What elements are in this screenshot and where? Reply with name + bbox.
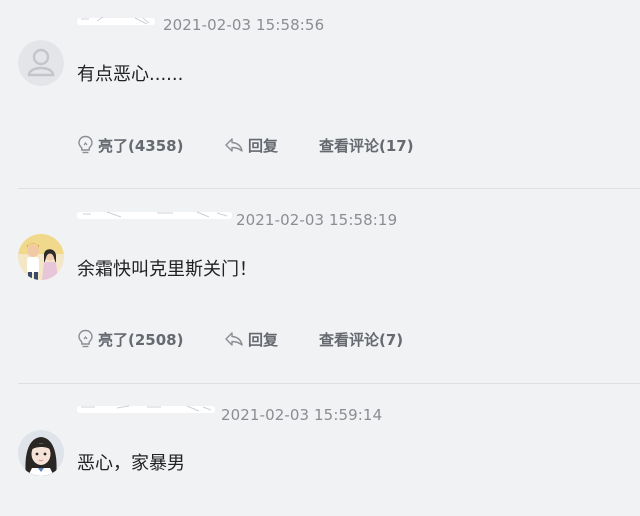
- lightbulb-icon: [77, 329, 94, 349]
- divider: [18, 188, 640, 189]
- couple-photo: [18, 234, 64, 280]
- avatar[interactable]: [18, 430, 64, 476]
- avatar[interactable]: [18, 234, 64, 280]
- comment-item: 2021-02-03 15:59:14 恶心，家暴男: [0, 385, 640, 516]
- comment-time: 2021-02-03 15:58:19: [236, 211, 398, 229]
- comment-text: 恶心，家暴男: [77, 453, 185, 474]
- girl-photo: [18, 430, 64, 476]
- redaction-mark: [77, 211, 232, 219]
- view-comments-link[interactable]: 查看评论(17): [319, 135, 414, 156]
- reply-button[interactable]: 回复: [224, 135, 319, 156]
- reply-arrow-icon: [224, 331, 244, 347]
- comment-item: 2021-02-03 15:58:56 有点恶心...... 亮了(4358) …: [0, 0, 640, 188]
- comment-text: 余霜快叫克里斯关门！: [77, 259, 257, 280]
- comment-time: 2021-02-03 15:59:14: [221, 406, 383, 424]
- default-user-icon: [18, 40, 64, 86]
- divider: [18, 383, 640, 384]
- comment-actions: 亮了(4358) 回复 查看评论(17): [77, 133, 414, 157]
- redaction-mark: [77, 16, 155, 25]
- like-count: 亮了(4358): [98, 136, 184, 155]
- comment-actions: 亮了(2508) 回复 查看评论(7): [77, 327, 403, 351]
- reply-label: 回复: [248, 330, 279, 349]
- view-comments-label: 查看评论(7): [319, 330, 404, 349]
- reply-label: 回复: [248, 136, 279, 155]
- like-count: 亮了(2508): [98, 330, 184, 349]
- comment-text: 有点恶心......: [77, 64, 184, 85]
- avatar[interactable]: [18, 40, 64, 86]
- username-redacted[interactable]: [77, 14, 155, 28]
- lightbulb-icon: [77, 135, 94, 155]
- redaction-mark: [77, 405, 215, 413]
- view-comments-link[interactable]: 查看评论(7): [319, 329, 403, 350]
- comment-item: 2021-02-03 15:58:19 余霜快叫克里斯关门！ 亮了(2508) …: [0, 190, 640, 384]
- like-button[interactable]: 亮了(4358): [77, 135, 224, 156]
- reply-arrow-icon: [224, 137, 244, 153]
- reply-button[interactable]: 回复: [224, 329, 319, 350]
- username-redacted[interactable]: [77, 402, 215, 416]
- comment-time: 2021-02-03 15:58:56: [163, 16, 325, 34]
- like-button[interactable]: 亮了(2508): [77, 329, 224, 350]
- view-comments-label: 查看评论(17): [319, 136, 414, 155]
- username-redacted[interactable]: [77, 208, 232, 222]
